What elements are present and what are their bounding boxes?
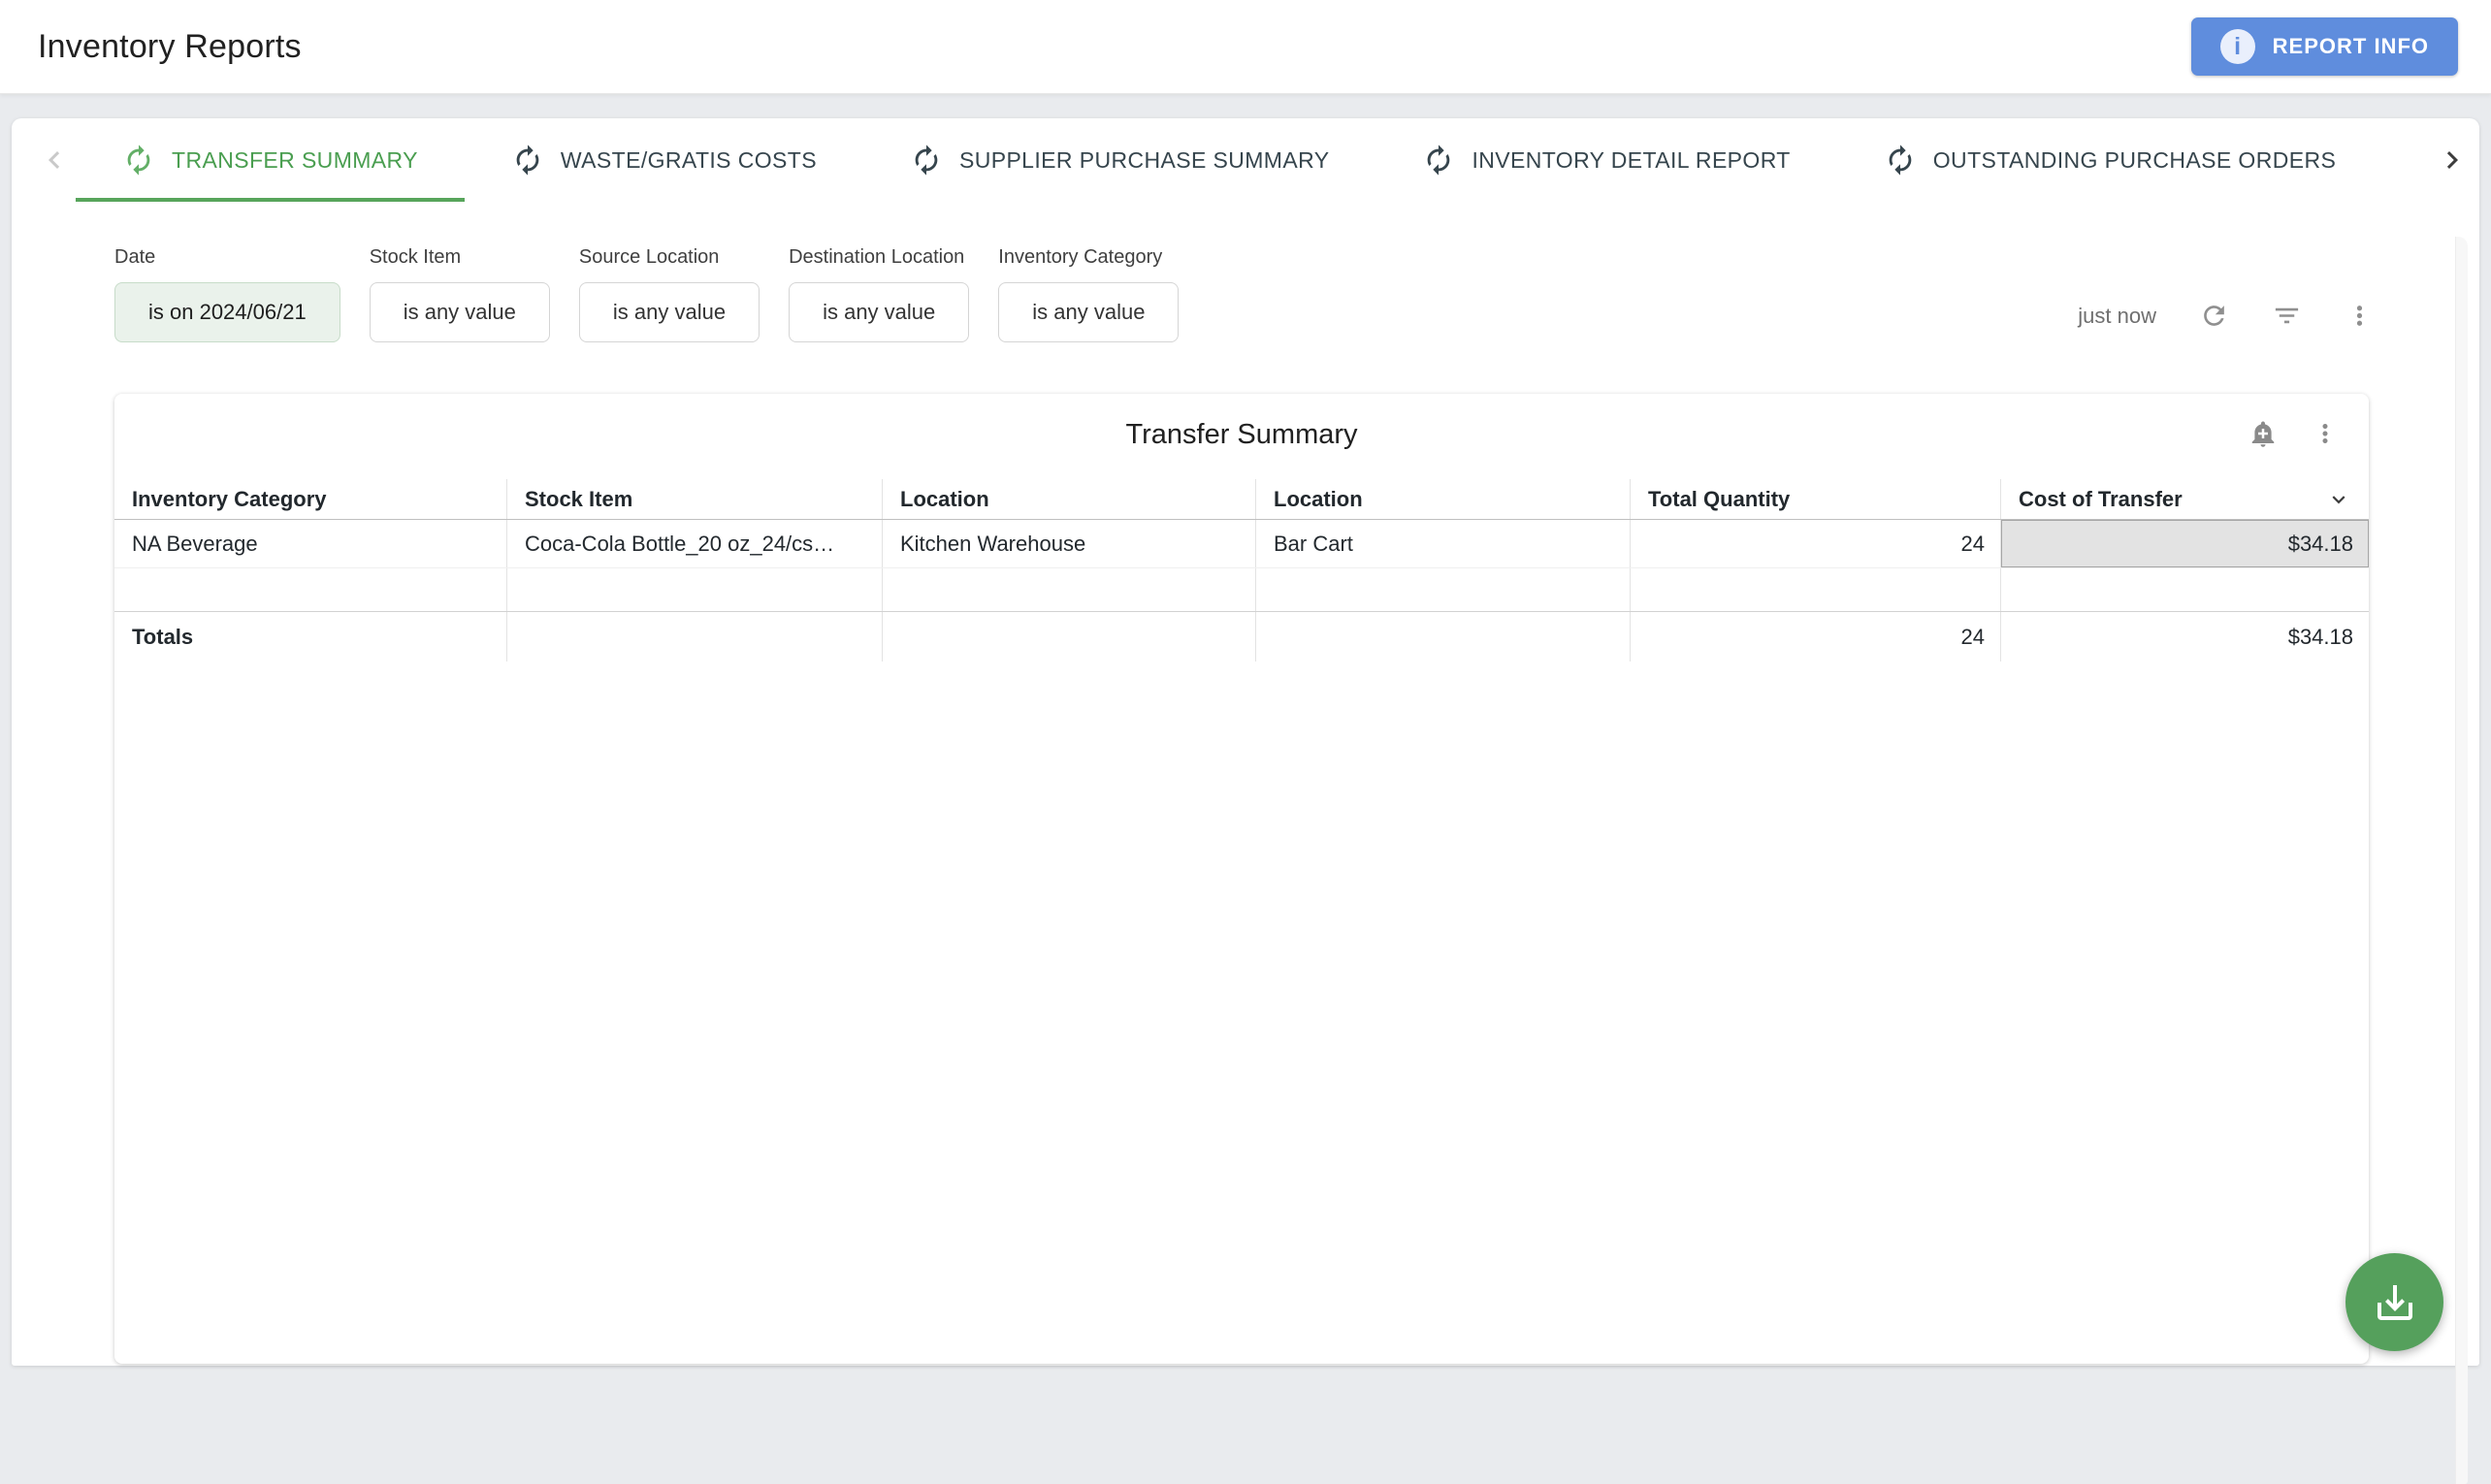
- dashboard-toolbar: just now: [2078, 301, 2375, 331]
- spacer-cell: [1255, 568, 1630, 611]
- spacer-cell: [2000, 568, 2369, 611]
- sync-icon: [1884, 144, 1917, 177]
- download-icon: [2372, 1279, 2418, 1326]
- tab-inventory-detail-report[interactable]: INVENTORY DETAIL REPORT: [1375, 118, 1836, 202]
- totals-cell-stock-item: [506, 612, 882, 661]
- filter-value-button[interactable]: is on 2024/06/21: [114, 282, 340, 342]
- transfer-summary-card: Transfer Summary Inventory Category Stock…: [114, 394, 2369, 1364]
- scrollbar[interactable]: [2455, 237, 2468, 1484]
- refresh-icon[interactable]: [2199, 301, 2229, 331]
- filter-bar: Date is on 2024/06/21 Stock Item is any val…: [114, 246, 2375, 342]
- last-updated-text: just now: [2078, 304, 2156, 329]
- filter-label: Source Location: [579, 246, 760, 269]
- tab-bar: TRANSFER SUMMARY WASTE/GRATIS COSTS SUPPLI…: [12, 118, 2479, 202]
- column-header-label: Stock Item: [525, 487, 632, 512]
- table-header-row: Inventory Category Stock Item Location Loca…: [114, 479, 2369, 520]
- card-more-icon[interactable]: [2311, 419, 2340, 448]
- table-totals-row: Totals 24$34.18: [114, 611, 2369, 661]
- card-header: Transfer Summary: [114, 394, 2369, 479]
- cell-inventory-category[interactable]: NA Beverage: [114, 520, 506, 567]
- filters-group: Date is on 2024/06/21 Stock Item is any val…: [114, 246, 1179, 342]
- table-row: NA BeverageCoca-Cola Bottle_20 oz_24/cs……: [114, 520, 2369, 568]
- column-header-location[interactable]: Location: [882, 479, 1255, 519]
- tab-label: WASTE/GRATIS COSTS: [561, 147, 817, 174]
- more-vert-icon[interactable]: [2345, 301, 2375, 331]
- page-title: Inventory Reports: [38, 28, 302, 66]
- totals-cell-cost-of-transfer: $34.18: [2000, 612, 2369, 661]
- column-header-label: Inventory Category: [132, 487, 327, 512]
- report-info-button[interactable]: i REPORT INFO: [2191, 17, 2458, 76]
- column-header-label: Cost of Transfer: [2019, 487, 2183, 512]
- filter-stock-item: Stock Item is any value: [370, 246, 550, 342]
- cell-total-quantity[interactable]: 24: [1630, 520, 2000, 567]
- transfer-summary-table: Inventory Category Stock Item Location Loca…: [114, 479, 2369, 661]
- column-header-stock-item[interactable]: Stock Item: [506, 479, 882, 519]
- spacer-cell: [114, 568, 506, 611]
- filter-value-button[interactable]: is any value: [789, 282, 969, 342]
- tab-label: INVENTORY DETAIL REPORT: [1472, 147, 1790, 174]
- table-spacer-row: [114, 568, 2369, 611]
- tab-ri[interactable]: RI: [2382, 118, 2431, 202]
- tab-label: OUTSTANDING PURCHASE ORDERS: [1933, 147, 2336, 174]
- filter-label: Stock Item: [370, 246, 550, 269]
- sync-icon: [122, 144, 155, 177]
- info-icon: i: [2220, 29, 2255, 64]
- card-title: Transfer Summary: [114, 419, 2369, 451]
- filter-date: Date is on 2024/06/21: [114, 246, 340, 342]
- inventory-reports-page: Inventory Reports i REPORT INFO TRANSFER…: [0, 0, 2491, 1379]
- sync-icon: [1422, 144, 1455, 177]
- cell-location[interactable]: Bar Cart: [1255, 520, 1630, 567]
- totals-cell-total-quantity: 24: [1630, 612, 2000, 661]
- download-fab-button[interactable]: [2345, 1253, 2443, 1351]
- column-header-inventory-category[interactable]: Inventory Category: [114, 479, 506, 519]
- filter-label: Date: [114, 246, 340, 269]
- totals-cell-location: [882, 612, 1255, 661]
- tab-waste-gratis-costs[interactable]: WASTE/GRATIS COSTS: [465, 118, 863, 202]
- tab-label: TRANSFER SUMMARY: [172, 147, 418, 174]
- page-header: Inventory Reports i REPORT INFO: [0, 0, 2491, 94]
- chevron-left-icon: [37, 143, 72, 177]
- column-header-total-quantity[interactable]: Total Quantity: [1630, 479, 2000, 519]
- filter-value-button[interactable]: is any value: [998, 282, 1179, 342]
- report-info-label: REPORT INFO: [2273, 34, 2429, 59]
- filter-destination-location: Destination Location is any value: [789, 246, 969, 342]
- filter-inventory-category: Inventory Category is any value: [998, 246, 1179, 342]
- sync-icon: [910, 144, 943, 177]
- tab-label: SUPPLIER PURCHASE SUMMARY: [959, 147, 1330, 174]
- filter-source-location: Source Location is any value: [579, 246, 760, 342]
- tabs-strip: TRANSFER SUMMARY WASTE/GRATIS COSTS SUPPLI…: [76, 118, 2431, 202]
- tab-outstanding-purchase-orders[interactable]: OUTSTANDING PURCHASE ORDERS: [1837, 118, 2382, 202]
- filter-label: Inventory Category: [998, 246, 1179, 269]
- cell-location[interactable]: Kitchen Warehouse: [882, 520, 1255, 567]
- column-header-label: Location: [900, 487, 989, 512]
- tabs-scroll-right-button[interactable]: [2431, 139, 2474, 181]
- filter-value-button[interactable]: is any value: [579, 282, 760, 342]
- cell-stock-item[interactable]: Coca-Cola Bottle_20 oz_24/cs…: [506, 520, 882, 567]
- spacer-cell: [882, 568, 1255, 611]
- column-header-label: Total Quantity: [1648, 487, 1790, 512]
- spacer-cell: [506, 568, 882, 611]
- alert-bell-icon[interactable]: [2248, 419, 2278, 448]
- tab-supplier-purchase-summary[interactable]: SUPPLIER PURCHASE SUMMARY: [863, 118, 1376, 202]
- filter-icon[interactable]: [2272, 301, 2302, 331]
- card-actions: [2248, 419, 2340, 448]
- totals-cell-inventory-category: Totals: [114, 612, 506, 661]
- cell-cost-of-transfer[interactable]: $34.18: [2000, 520, 2369, 567]
- tabs-scroll-left-button[interactable]: [33, 139, 76, 181]
- tab-transfer-summary[interactable]: TRANSFER SUMMARY: [76, 118, 465, 202]
- column-header-cost-of-transfer[interactable]: Cost of Transfer: [2000, 479, 2369, 519]
- report-panel: TRANSFER SUMMARY WASTE/GRATIS COSTS SUPPLI…: [12, 118, 2479, 1366]
- column-header-label: Location: [1274, 487, 1363, 512]
- sort-desc-icon: [2326, 487, 2351, 512]
- column-header-location[interactable]: Location: [1255, 479, 1630, 519]
- filter-label: Destination Location: [789, 246, 969, 269]
- sync-icon: [2429, 144, 2431, 177]
- totals-cell-location: [1255, 612, 1630, 661]
- spacer-cell: [1630, 568, 2000, 611]
- filter-value-button[interactable]: is any value: [370, 282, 550, 342]
- chevron-right-icon: [2435, 143, 2470, 177]
- sync-icon: [511, 144, 544, 177]
